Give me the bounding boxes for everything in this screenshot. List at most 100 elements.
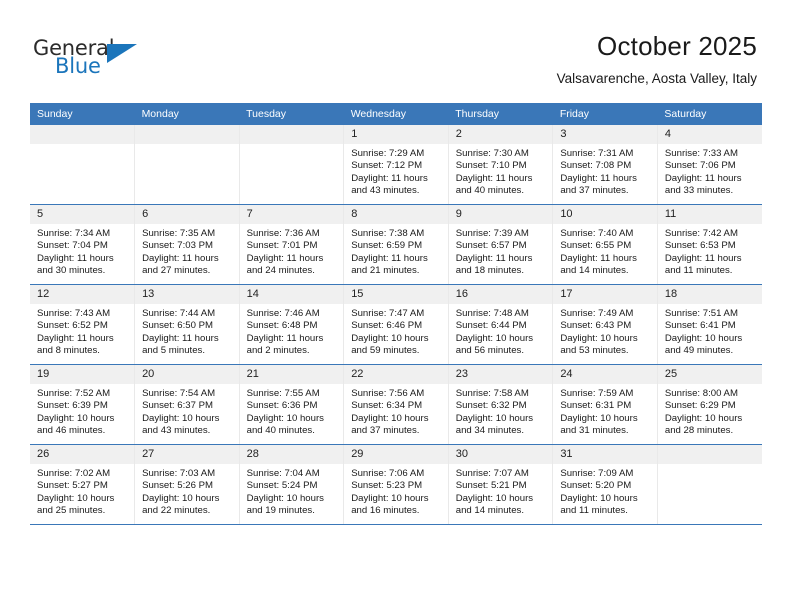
daylight-text-line1: Daylight: 11 hours bbox=[351, 172, 428, 184]
sunrise-text: Sunrise: 7:42 AM bbox=[664, 228, 738, 239]
sunrise-text: Sunrise: 7:40 AM bbox=[560, 228, 634, 239]
day-number: 1 bbox=[344, 125, 448, 144]
daylight-text-line1: Daylight: 10 hours bbox=[351, 332, 429, 344]
calendar-cell-day[interactable]: 25 Sunrise: 8:00 AM Sunset: 6:29 PM Dayligh… bbox=[657, 364, 762, 445]
calendar-cell-day[interactable]: 21 Sunrise: 7:55 AM Sunset: 6:36 PM Dayligh… bbox=[239, 364, 345, 445]
sunset-text: Sunset: 6:37 PM bbox=[142, 400, 213, 412]
daylight-text-line2: and 40 minutes. bbox=[246, 425, 315, 437]
day-details: Sunrise: 7:51 AM Sunset: 6:41 PM Daylight:… bbox=[658, 304, 762, 358]
general-blue-logo[interactable]: General Blue bbox=[33, 37, 153, 82]
sunset-text: Sunset: 5:21 PM bbox=[455, 480, 527, 492]
sunrise-text: Sunrise: 7:03 AM bbox=[142, 468, 216, 479]
sunset-text: Sunset: 6:32 PM bbox=[455, 400, 527, 412]
calendar-cell-day[interactable]: 2 Sunrise: 7:30 AM Sunset: 7:10 PM Daylight… bbox=[448, 125, 554, 205]
day-details: Sunrise: 7:52 AM Sunset: 6:39 PM Daylight:… bbox=[30, 384, 134, 438]
sunset-text: Sunset: 6:53 PM bbox=[664, 240, 736, 252]
calendar-cell-day[interactable]: 16 Sunrise: 7:48 AM Sunset: 6:44 PM Dayligh… bbox=[448, 284, 554, 365]
day-details: Sunrise: 7:58 AM Sunset: 6:32 PM Daylight:… bbox=[449, 384, 553, 438]
calendar-cell-empty bbox=[239, 125, 345, 205]
calendar-cell-day[interactable]: 27 Sunrise: 7:03 AM Sunset: 5:26 PM Dayligh… bbox=[134, 444, 240, 525]
calendar-cell-day[interactable]: 8 Sunrise: 7:38 AM Sunset: 6:59 PM Daylight… bbox=[343, 204, 449, 285]
calendar-cell-day[interactable]: 18 Sunrise: 7:51 AM Sunset: 6:41 PM Dayligh… bbox=[657, 284, 762, 365]
daylight-text-line1: Daylight: 10 hours bbox=[246, 412, 324, 424]
calendar-cell-day[interactable]: 17 Sunrise: 7:49 AM Sunset: 6:43 PM Dayligh… bbox=[552, 284, 658, 365]
sunset-text: Sunset: 6:50 PM bbox=[142, 320, 213, 332]
day-details: Sunrise: 7:47 AM Sunset: 6:46 PM Daylight:… bbox=[344, 304, 448, 358]
calendar-cell-day[interactable]: 7 Sunrise: 7:36 AM Sunset: 7:01 PM Daylight… bbox=[239, 204, 345, 285]
calendar-cell-day[interactable]: 1 Sunrise: 7:29 AM Sunset: 7:12 PM Daylight… bbox=[343, 125, 449, 205]
calendar-cell-day[interactable]: 24 Sunrise: 7:59 AM Sunset: 6:31 PM Dayligh… bbox=[552, 364, 658, 445]
weekday-header-wednesday: Wednesday bbox=[343, 103, 449, 125]
calendar-cell-day[interactable]: 13 Sunrise: 7:44 AM Sunset: 6:50 PM Dayligh… bbox=[134, 284, 240, 365]
day-number: 9 bbox=[448, 205, 553, 224]
sunset-text: Sunset: 6:46 PM bbox=[351, 320, 423, 332]
daylight-text-line1: Daylight: 10 hours bbox=[664, 412, 743, 424]
calendar-grid: Sunday Monday Tuesday Wednesday Thursday… bbox=[30, 103, 762, 525]
calendar-cell-day[interactable]: 5 Sunrise: 7:34 AM Sunset: 7:04 PM Daylight… bbox=[30, 204, 136, 285]
sunrise-text: Sunrise: 7:55 AM bbox=[246, 388, 320, 399]
day-details: Sunrise: 7:49 AM Sunset: 6:43 PM Daylight:… bbox=[553, 304, 657, 358]
calendar-cell-day[interactable]: 20 Sunrise: 7:54 AM Sunset: 6:37 PM Dayligh… bbox=[134, 364, 240, 445]
sunrise-text: Sunrise: 7:38 AM bbox=[351, 228, 425, 239]
daylight-text-line1: Daylight: 10 hours bbox=[455, 332, 534, 344]
calendar-cell-day[interactable]: 11 Sunrise: 7:42 AM Sunset: 6:53 PM Dayligh… bbox=[657, 204, 762, 285]
sunset-text: Sunset: 5:27 PM bbox=[37, 480, 108, 492]
daylight-text-line1: Daylight: 10 hours bbox=[37, 412, 115, 424]
location-subtitle: Valsavarenche, Aosta Valley, Italy bbox=[556, 71, 757, 86]
daylight-text-line2: and 11 minutes. bbox=[560, 505, 628, 517]
daylight-text-line2: and 33 minutes. bbox=[664, 185, 734, 197]
daylight-text-line1: Daylight: 10 hours bbox=[351, 492, 429, 504]
daylight-text-line1: Daylight: 11 hours bbox=[664, 172, 742, 184]
sunset-text: Sunset: 7:12 PM bbox=[351, 160, 423, 172]
weekday-header-tuesday: Tuesday bbox=[239, 103, 344, 125]
daylight-text-line2: and 14 minutes. bbox=[455, 505, 525, 517]
calendar-cell-day[interactable]: 10 Sunrise: 7:40 AM Sunset: 6:55 PM Dayligh… bbox=[552, 204, 658, 285]
sunrise-text: Sunrise: 7:39 AM bbox=[455, 228, 529, 239]
calendar-cell-day[interactable]: 23 Sunrise: 7:58 AM Sunset: 6:32 PM Dayligh… bbox=[448, 364, 554, 445]
calendar-cell-day[interactable]: 19 Sunrise: 7:52 AM Sunset: 6:39 PM Dayligh… bbox=[30, 364, 136, 445]
daylight-text-line1: Daylight: 11 hours bbox=[560, 172, 637, 184]
calendar-cell-day[interactable]: 6 Sunrise: 7:35 AM Sunset: 7:03 PM Daylight… bbox=[134, 204, 240, 285]
daylight-text-line2: and 14 minutes. bbox=[560, 265, 629, 277]
calendar-cell-day[interactable]: 15 Sunrise: 7:47 AM Sunset: 6:46 PM Dayligh… bbox=[343, 284, 449, 365]
daylight-text-line2: and 24 minutes. bbox=[246, 265, 315, 277]
sunrise-text: Sunrise: 7:35 AM bbox=[142, 228, 216, 239]
daylight-text-line1: Daylight: 10 hours bbox=[560, 332, 638, 344]
calendar-cell-day[interactable]: 4 Sunrise: 7:33 AM Sunset: 7:06 PM Daylight… bbox=[657, 125, 762, 205]
day-number: 2 bbox=[448, 125, 553, 144]
calendar-cell-day[interactable]: 31 Sunrise: 7:09 AM Sunset: 5:20 PM Dayligh… bbox=[552, 444, 658, 525]
sunset-text: Sunset: 6:39 PM bbox=[37, 400, 108, 412]
calendar-cell-day[interactable]: 29 Sunrise: 7:06 AM Sunset: 5:23 PM Dayligh… bbox=[343, 444, 449, 525]
calendar-cell-day[interactable]: 3 Sunrise: 7:31 AM Sunset: 7:08 PM Daylight… bbox=[552, 125, 658, 205]
calendar-cell-day[interactable]: 28 Sunrise: 7:04 AM Sunset: 5:24 PM Dayligh… bbox=[239, 444, 345, 525]
calendar-week-row: 5 Sunrise: 7:34 AM Sunset: 7:04 PM Daylight… bbox=[30, 204, 762, 285]
daylight-text-line1: Daylight: 11 hours bbox=[37, 252, 114, 264]
day-details: Sunrise: 7:36 AM Sunset: 7:01 PM Daylight:… bbox=[240, 224, 344, 278]
daylight-text-line1: Daylight: 11 hours bbox=[664, 252, 742, 264]
calendar-cell-day[interactable]: 26 Sunrise: 7:02 AM Sunset: 5:27 PM Dayligh… bbox=[30, 444, 136, 525]
day-number: 21 bbox=[239, 365, 344, 384]
calendar-cell-day[interactable]: 12 Sunrise: 7:43 AM Sunset: 6:52 PM Dayligh… bbox=[30, 284, 136, 365]
sunset-text: Sunset: 6:43 PM bbox=[560, 320, 632, 332]
sunset-text: Sunset: 5:23 PM bbox=[351, 480, 423, 492]
sunset-text: Sunset: 7:10 PM bbox=[455, 160, 527, 172]
daylight-text-line1: Daylight: 11 hours bbox=[455, 172, 533, 184]
sunset-text: Sunset: 7:04 PM bbox=[37, 240, 108, 252]
sunset-text: Sunset: 5:26 PM bbox=[142, 480, 213, 492]
calendar-cell-day[interactable]: 30 Sunrise: 7:07 AM Sunset: 5:21 PM Dayligh… bbox=[448, 444, 554, 525]
daylight-text-line2: and 34 minutes. bbox=[455, 425, 525, 437]
daylight-text-line1: Daylight: 11 hours bbox=[246, 252, 324, 264]
daylight-text-line2: and 53 minutes. bbox=[560, 345, 629, 357]
calendar-cell-day[interactable]: 14 Sunrise: 7:46 AM Sunset: 6:48 PM Dayligh… bbox=[239, 284, 345, 365]
daylight-text-line2: and 43 minutes. bbox=[142, 425, 211, 437]
sunrise-text: Sunrise: 7:48 AM bbox=[455, 308, 529, 319]
weekday-header-monday: Monday bbox=[134, 103, 240, 125]
calendar-cell-day[interactable]: 22 Sunrise: 7:56 AM Sunset: 6:34 PM Dayligh… bbox=[343, 364, 449, 445]
sunrise-text: Sunrise: 7:46 AM bbox=[246, 308, 320, 319]
sunrise-text: Sunrise: 7:29 AM bbox=[351, 148, 425, 159]
day-number: 29 bbox=[344, 445, 448, 464]
triangle-icon bbox=[107, 44, 137, 63]
day-number bbox=[30, 125, 135, 144]
sunrise-text: Sunrise: 7:49 AM bbox=[560, 308, 634, 319]
calendar-cell-day[interactable]: 9 Sunrise: 7:39 AM Sunset: 6:57 PM Daylight… bbox=[448, 204, 554, 285]
